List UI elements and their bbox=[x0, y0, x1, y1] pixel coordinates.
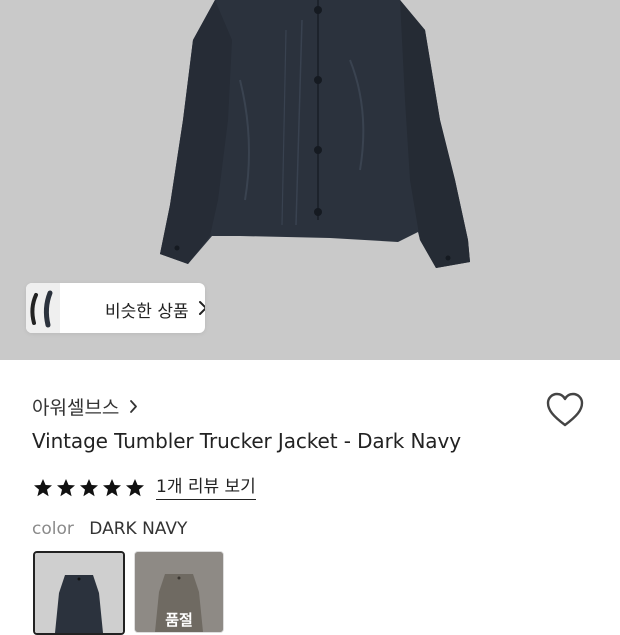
color-swatch-soldout[interactable]: 품절 bbox=[134, 551, 224, 633]
similar-products-label: 비슷한 상품 bbox=[105, 302, 189, 322]
product-title: Vintage Tumbler Trucker Jacket - Dark Na… bbox=[32, 429, 461, 453]
heart-icon[interactable] bbox=[545, 391, 585, 429]
color-swatch-dark-navy[interactable] bbox=[33, 551, 125, 635]
star-icon bbox=[34, 479, 52, 497]
rating-row: 1개 리뷰 보기 bbox=[33, 475, 256, 501]
swatch-jacket-image bbox=[35, 553, 123, 633]
star-icon bbox=[57, 479, 75, 497]
star-icon bbox=[126, 479, 144, 497]
color-option: color DARK NAVY bbox=[32, 519, 187, 539]
product-image[interactable]: 비슷한 상품 bbox=[0, 0, 620, 360]
star-rating bbox=[33, 478, 148, 498]
star-icon bbox=[103, 479, 121, 497]
brand-name: 아워셀브스 bbox=[32, 396, 120, 419]
similar-products-button[interactable]: 비슷한 상품 bbox=[26, 283, 205, 333]
review-link[interactable]: 1개 리뷰 보기 bbox=[156, 476, 256, 500]
star-icon bbox=[80, 479, 98, 497]
chevron-right-icon bbox=[199, 301, 205, 315]
color-label: color bbox=[32, 519, 74, 539]
color-value: DARK NAVY bbox=[89, 519, 188, 539]
brand-link[interactable]: 아워셀브스 bbox=[32, 392, 138, 420]
similar-product-thumbnail bbox=[26, 283, 84, 333]
chevron-right-icon bbox=[130, 399, 138, 413]
